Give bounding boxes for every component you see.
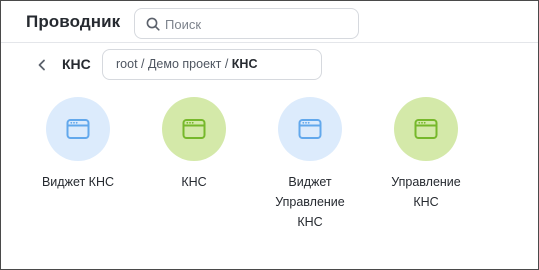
item-label-line: Виджет (288, 175, 332, 189)
window-icon (182, 119, 206, 139)
item-label: Виджет КНС (42, 172, 114, 192)
current-folder-name: КНС (62, 56, 91, 72)
breadcrumb-path: root / Демо проект / (116, 57, 232, 71)
item-label: КНС (181, 172, 206, 192)
item-label-line: КНС (413, 195, 439, 209)
item-icon-circle (278, 97, 342, 161)
item-label-line: Управление (391, 175, 461, 189)
search-box[interactable] (134, 8, 359, 39)
chevron-left-icon[interactable] (36, 59, 48, 71)
window-icon (66, 119, 90, 139)
window-icon (414, 119, 438, 139)
explorer-item[interactable]: Управление КНС (371, 97, 481, 212)
header: Проводник (1, 1, 538, 43)
explorer-window: Проводник КНС root / Демо проект / КНС В… (0, 0, 539, 270)
explorer-item[interactable]: КНС (139, 97, 249, 192)
search-input[interactable] (165, 14, 350, 34)
item-icon-circle (162, 97, 226, 161)
breadcrumb-current: КНС (231, 57, 258, 71)
page-title: Проводник (26, 12, 121, 31)
item-label-line: КНС (181, 175, 207, 189)
window-icon (298, 119, 322, 139)
item-label: Виджет Управление КНС (275, 172, 345, 232)
breadcrumb[interactable]: root / Демо проект / КНС (102, 49, 322, 80)
item-icon-circle (46, 97, 110, 161)
explorer-item[interactable]: Виджет Управление КНС (255, 97, 365, 232)
item-label: Управление КНС (391, 172, 461, 212)
item-label-line: Управление (275, 195, 345, 209)
search-icon (146, 17, 160, 31)
item-label-line: Виджет КНС (41, 175, 115, 189)
item-label-line: КНС (297, 215, 323, 229)
explorer-item[interactable]: Виджет КНС (23, 97, 133, 192)
item-icon-circle (394, 97, 458, 161)
